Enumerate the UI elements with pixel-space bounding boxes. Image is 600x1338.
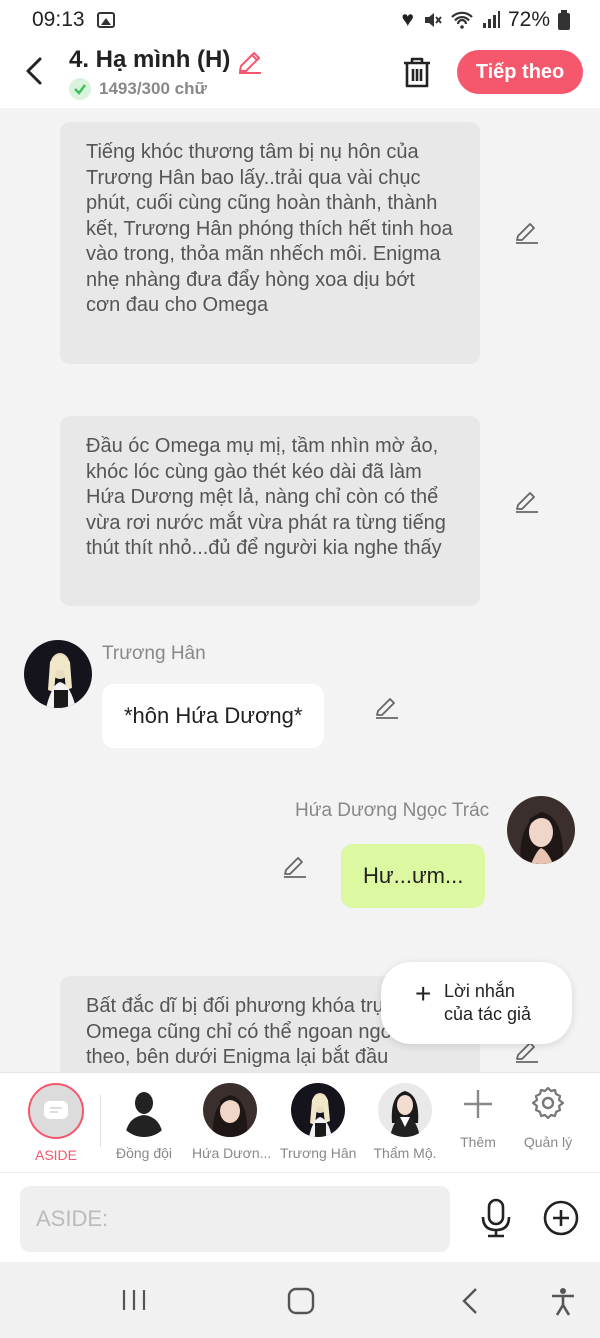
character-label: Trương Hân (280, 1145, 357, 1161)
avatar (291, 1083, 345, 1137)
message-icon (44, 1101, 68, 1119)
sender-name: Trương Hân (102, 643, 206, 664)
character-label: ASIDE (34, 1147, 77, 1163)
next-button[interactable]: Tiếp theo (457, 50, 583, 94)
author-note-button[interactable]: + Lời nhắn của tác giả (381, 962, 572, 1044)
character-tham-mo[interactable]: Thẩm Mộ. (366, 1083, 444, 1161)
plus-icon: + (415, 978, 432, 1009)
character-label: Quản lý (523, 1134, 573, 1150)
chat-area[interactable]: Tiếng khóc thương tâm bị nụ hôn của Trươ… (0, 108, 600, 1072)
chat-bubble[interactable]: *hôn Hứa Dương* (102, 684, 325, 748)
author-note-line1: Lời nhắn (444, 981, 515, 1001)
check-icon (69, 78, 91, 100)
character-teammate[interactable]: Đồng đội (112, 1083, 176, 1161)
plus-circle-icon (543, 1200, 579, 1236)
narration-block[interactable]: Đầu óc Omega mụ mị, tầm nhìn mờ ảo, khóc… (60, 416, 480, 606)
avatar (117, 1083, 171, 1137)
back-button[interactable] (20, 54, 50, 88)
system-navbar (0, 1262, 600, 1338)
word-count: 1493/300 chữ (99, 79, 207, 98)
avatar[interactable] (24, 640, 92, 708)
character-label: Hứa Dươn... (192, 1145, 272, 1161)
gear-icon (531, 1086, 565, 1120)
edit-pencil-icon[interactable] (514, 488, 540, 514)
narration-block[interactable]: Tiếng khóc thương tâm bị nụ hôn của Trươ… (60, 122, 480, 364)
character-hua-duong[interactable]: Hứa Dươn... (192, 1083, 272, 1161)
status-bar: 09:13 ♥ 72% (0, 0, 600, 40)
recent-apps-icon[interactable] (120, 1286, 148, 1314)
character-label: Thẩm Mộ. (373, 1145, 437, 1161)
chat-bubble[interactable]: Hư...ưm... (341, 844, 486, 908)
avatar[interactable] (507, 796, 575, 864)
battery-percent: 72% (507, 8, 550, 31)
accessibility-icon[interactable] (548, 1286, 578, 1316)
character-label: Thêm (460, 1134, 496, 1150)
edit-pencil-icon[interactable] (374, 694, 400, 720)
pencil-icon (239, 52, 261, 74)
divider (100, 1095, 101, 1147)
edit-pencil-icon[interactable] (514, 219, 540, 245)
word-count-row: 1493/300 chữ (69, 78, 207, 100)
microphone-icon (481, 1198, 511, 1238)
chapter-title: 4. Hạ mình (H) (69, 46, 231, 73)
heart-icon: ♥ (401, 8, 414, 31)
mute-icon (424, 13, 442, 27)
back-nav-icon[interactable] (458, 1286, 482, 1316)
image-icon (97, 12, 115, 28)
signal-icon (482, 11, 500, 28)
chevron-left-icon (26, 57, 42, 85)
author-note-line2: của tác giả (444, 1004, 532, 1024)
message-input[interactable] (20, 1186, 450, 1252)
add-character-button[interactable]: Thêm (454, 1083, 502, 1150)
manage-button[interactable]: Quản lý (518, 1083, 578, 1150)
voice-button[interactable] (478, 1197, 514, 1239)
input-bar (0, 1172, 600, 1262)
avatar (378, 1083, 432, 1137)
edit-title-button[interactable] (236, 48, 264, 76)
header: 4. Hạ mình (H) 1493/300 chữ Tiếp theo (0, 40, 600, 108)
home-icon[interactable] (286, 1286, 316, 1316)
character-bar: ASIDE Đồng đội Hứa Dươn... Trương Hân Th… (0, 1072, 600, 1172)
character-label: Đồng đội (115, 1145, 173, 1161)
character-truong-han[interactable]: Trương Hân (280, 1083, 356, 1161)
plus-icon (464, 1090, 492, 1118)
delete-button[interactable] (400, 54, 434, 90)
status-time: 09:13 (32, 8, 85, 31)
sender-name: Hứa Dương Ngọc Trác (295, 800, 490, 821)
add-attachment-button[interactable] (542, 1199, 580, 1237)
wifi-icon (451, 11, 473, 29)
trash-icon (404, 57, 430, 88)
character-aside[interactable]: ASIDE (26, 1083, 86, 1163)
avatar (203, 1083, 257, 1137)
battery-icon (558, 10, 570, 30)
edit-pencil-icon[interactable] (282, 853, 308, 879)
